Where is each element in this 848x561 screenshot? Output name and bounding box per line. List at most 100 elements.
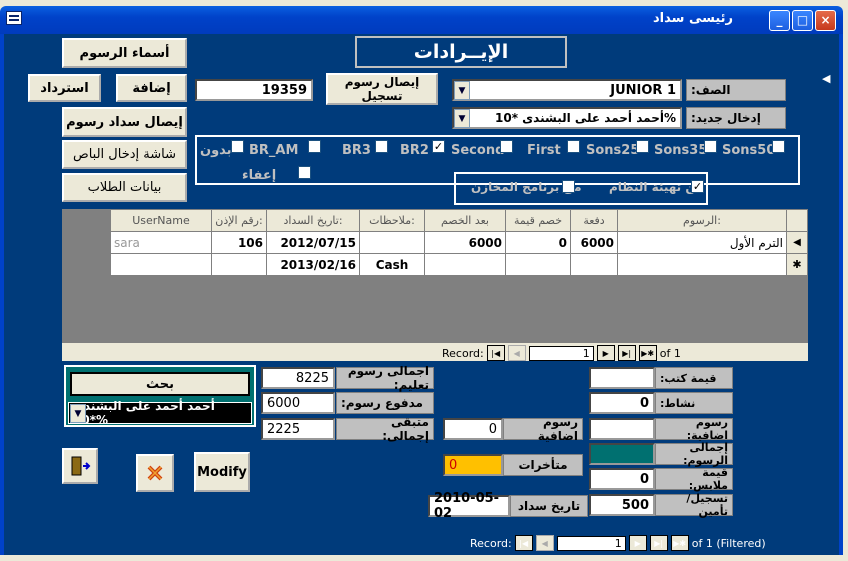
modify-button[interactable]: Modify: [194, 452, 250, 492]
add-button[interactable]: إضافة: [116, 74, 187, 102]
main-first-record-icon[interactable]: |◀: [514, 535, 533, 551]
registration-field[interactable]: 500: [589, 494, 655, 516]
col-pay-date[interactable]: تاريخ السداد:: [266, 209, 360, 232]
total-fees-label: إجمالى الرسوم:: [655, 441, 733, 467]
new-entry-dropdown-arrow-icon[interactable]: ▼: [454, 109, 470, 128]
uniform-field[interactable]: 0: [589, 468, 655, 490]
search-combo[interactable]: أحمد أحمد على البشندى *10%: [68, 399, 252, 427]
cell-discount-value[interactable]: 0: [505, 231, 571, 254]
cb-label-br2: BR2: [400, 143, 429, 158]
cell-notes[interactable]: Cash: [359, 253, 425, 276]
class-dropdown-arrow-icon[interactable]: ▼: [454, 81, 470, 100]
cb-label-bdoun: بدون: [200, 143, 232, 158]
cell-fees[interactable]: [617, 253, 787, 276]
table-row[interactable]: 2013/02/16 Cash ✱: [110, 253, 808, 276]
cell-installment[interactable]: 6000: [570, 231, 618, 254]
col-notes[interactable]: ملاحظات:: [359, 209, 425, 232]
books-field[interactable]: [589, 367, 655, 389]
activity-field[interactable]: 0: [589, 392, 655, 414]
col-after-discount[interactable]: بعد الخصم: [424, 209, 506, 232]
subform-record-label: Record:: [442, 346, 484, 360]
class-label: الصف:: [686, 79, 786, 101]
cell-after-discount[interactable]: [424, 253, 506, 276]
main-record-input[interactable]: 1: [556, 535, 626, 551]
cell-permit-no[interactable]: 106: [211, 231, 267, 254]
prev-record-icon[interactable]: ◀: [507, 345, 526, 361]
class-combo[interactable]: JUNIOR 1: [452, 79, 682, 101]
minimize-button[interactable]: _: [769, 10, 790, 31]
cb-label-br3: BR3: [342, 143, 371, 158]
checkbox-from-system-setup[interactable]: ✓: [691, 180, 704, 193]
cb-label-exemption: إعفاء: [242, 168, 277, 183]
undo-button[interactable]: [136, 454, 174, 492]
col-discount-value[interactable]: خصم قيمة: [505, 209, 571, 232]
cell-notes[interactable]: [359, 231, 425, 254]
student-data-button[interactable]: بيانات الطلاب: [62, 173, 187, 202]
cell-permit-no[interactable]: [211, 253, 267, 276]
main-last-record-icon[interactable]: ▶|: [649, 535, 668, 551]
main-next-record-icon[interactable]: ▶: [628, 535, 647, 551]
current-record-arrow-icon[interactable]: ◀: [786, 231, 808, 254]
col-username[interactable]: UserName: [110, 209, 212, 232]
refund-button[interactable]: استرداد: [28, 74, 101, 102]
main-record-nav: Record: |◀ ◀ 1 ▶ ▶| ▶✱ of 1 (Filtered): [470, 535, 766, 551]
cell-fees[interactable]: الترم الأول: [617, 231, 787, 254]
cell-after-discount[interactable]: 6000: [424, 231, 506, 254]
subform-record-input[interactable]: 1: [528, 345, 594, 361]
activity-label: نشاط:: [655, 392, 733, 414]
remaining-field[interactable]: 2225: [261, 418, 335, 440]
cell-username[interactable]: [110, 253, 212, 276]
checkbox-sons25[interactable]: [636, 140, 649, 153]
main-new-record-icon[interactable]: ▶✱: [670, 535, 689, 551]
total-fees-field[interactable]: [589, 443, 655, 465]
close-button[interactable]: ×: [815, 10, 836, 31]
cell-pay-date[interactable]: 2012/07/15: [266, 231, 360, 254]
cell-discount-value[interactable]: [505, 253, 571, 276]
checkbox-second[interactable]: [500, 140, 513, 153]
receipt-number-field[interactable]: 19359: [195, 79, 313, 101]
record-selector-arrow-icon: ◀: [822, 72, 831, 85]
bus-entry-screen-button[interactable]: شاشة إدخال الباص: [62, 140, 187, 169]
new-record-star-icon[interactable]: ✱: [786, 253, 808, 276]
last-record-icon[interactable]: ▶|: [617, 345, 636, 361]
additional-fees-field[interactable]: 0: [443, 418, 503, 440]
checkbox-sons50[interactable]: [772, 140, 785, 153]
checkbox-br2[interactable]: ✓: [432, 140, 445, 153]
main-prev-record-icon[interactable]: ◀: [535, 535, 554, 551]
cell-pay-date[interactable]: 2013/02/16: [266, 253, 360, 276]
maximize-button[interactable]: □: [792, 10, 813, 31]
paid-field[interactable]: 6000: [261, 392, 335, 414]
checkbox-from-inventory[interactable]: [562, 180, 575, 193]
col-fees[interactable]: الرسوم:: [617, 209, 787, 232]
extra-fees-label: رسوم اضافية:: [655, 416, 733, 442]
new-record-icon[interactable]: ▶✱: [638, 345, 657, 361]
fees-names-button[interactable]: أسماء الرسوم: [62, 38, 187, 68]
total-tuition-field[interactable]: 8225: [261, 367, 335, 389]
col-permit-no[interactable]: رقم الإذن:: [211, 209, 267, 232]
search-dropdown-arrow-icon[interactable]: ▼: [70, 404, 86, 423]
arrears-field[interactable]: 0: [443, 454, 503, 476]
fee-payment-receipt-button[interactable]: إيصال سداد رسوم: [62, 107, 187, 137]
checkbox-br-am[interactable]: [308, 140, 321, 153]
checkbox-first[interactable]: [567, 140, 580, 153]
next-record-icon[interactable]: ▶: [596, 345, 615, 361]
app-icon[interactable]: [6, 11, 22, 25]
first-record-icon[interactable]: |◀: [486, 345, 505, 361]
checkbox-exemption[interactable]: [298, 166, 311, 179]
pay-date-field[interactable]: 2010-05-02: [428, 491, 510, 521]
table-row[interactable]: sara 106 2012/07/15 6000 0 6000 الترم ال…: [110, 231, 808, 254]
col-installment[interactable]: دفعة: [570, 209, 618, 232]
subform-record-nav: Record: |◀ ◀ 1 ▶ ▶| ▶✱ of 1: [442, 345, 681, 361]
new-entry-combo[interactable]: أحمد أحمد على البشندى *10%: [452, 107, 682, 129]
row-selector-header[interactable]: [786, 209, 808, 232]
checkbox-br3[interactable]: [375, 140, 388, 153]
registration-receipt-button[interactable]: إيصال رسوم تسجيل: [326, 73, 438, 105]
form-body: ◀ الإيــرادات أسماء الرسوم إضافة استرداد…: [4, 34, 839, 555]
cell-installment[interactable]: [570, 253, 618, 276]
checkbox-bdoun[interactable]: [231, 140, 244, 153]
exit-button[interactable]: [62, 448, 98, 484]
cell-username[interactable]: sara: [110, 231, 212, 254]
extra-fees-field[interactable]: [589, 418, 655, 440]
search-button[interactable]: بحث: [70, 372, 250, 396]
checkbox-sons35[interactable]: [704, 140, 717, 153]
